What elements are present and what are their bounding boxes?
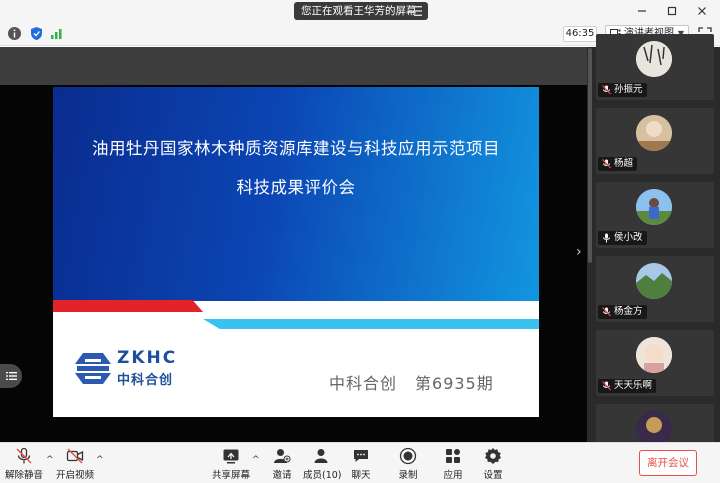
title-bar: 您正在观看王华芳的屏幕 — [0, 0, 720, 22]
record-label: 录制 — [398, 470, 418, 481]
avatar — [636, 263, 672, 299]
shared-screen-top — [0, 47, 590, 85]
mic-icon — [603, 233, 610, 243]
avatar — [636, 189, 672, 225]
add-user-icon — [274, 449, 291, 463]
chevron-up-icon[interactable]: ^ — [252, 455, 260, 465]
mic-muted-icon — [602, 159, 611, 169]
chat-icon — [354, 450, 368, 462]
slide-cyan-stripe — [203, 319, 539, 329]
leave-meeting-button[interactable]: 离开会议 — [639, 450, 697, 476]
participant-tile[interactable]: 孙振元 — [596, 34, 714, 100]
chevron-up-icon[interactable]: ^ — [46, 455, 54, 465]
participant-name: 孙振元 — [614, 84, 643, 95]
record-icon — [399, 447, 417, 465]
members-button[interactable]: 成员(10) — [303, 447, 342, 482]
unmute-label: 解除静音 — [5, 470, 44, 481]
signal-strength-icon[interactable] — [49, 26, 64, 41]
invite-label: 邀请 — [272, 470, 292, 481]
avatar — [636, 41, 672, 77]
apps-button[interactable]: 应用 — [440, 447, 466, 482]
participant-name: 侯小改 — [614, 232, 643, 243]
start-video-label: 开启视频 — [56, 470, 95, 481]
settings-label: 设置 — [483, 470, 503, 481]
presentation-slide: 油用牡丹国家林木种质资源库建设与科技应用示范项目 科技成果评价会 ZKHC 中科… — [53, 87, 539, 417]
info-icon[interactable] — [7, 26, 22, 41]
participant-name: 天天乐啊 — [614, 380, 653, 391]
panel-scrollbar-thumb[interactable] — [588, 48, 592, 263]
avatar — [636, 115, 672, 151]
participant-name-bar: 孙振元 — [598, 83, 647, 97]
slide-red-stripe — [53, 300, 203, 312]
slide-white-stripe — [53, 312, 218, 316]
settings-button[interactable]: 设置 — [480, 447, 506, 482]
slide-footer: 中科合创 第6935期 — [329, 370, 494, 394]
participant-tile[interactable]: 侯小改 — [596, 182, 714, 248]
chat-label: 聊天 — [351, 470, 371, 481]
mic-muted-icon — [602, 307, 611, 317]
chevron-right-icon[interactable]: › — [576, 244, 582, 260]
avatar — [636, 411, 672, 442]
camera-off-icon — [66, 448, 84, 464]
participant-name: 杨超 — [614, 158, 634, 169]
close-icon[interactable] — [688, 0, 716, 22]
mic-muted-icon — [602, 85, 611, 95]
record-button[interactable]: 录制 — [395, 447, 421, 482]
slide-title-line2: 科技成果评价会 — [236, 178, 356, 197]
users-icon — [314, 449, 328, 463]
unmute-button[interactable]: 解除静音 — [5, 447, 43, 482]
members-label: 成员(10) — [303, 470, 342, 481]
participant-name-bar: 杨超 — [598, 157, 638, 171]
annotate-icon[interactable] — [413, 5, 423, 17]
participant-name-bar: 侯小改 — [598, 231, 647, 245]
invite-button[interactable]: 邀请 — [268, 447, 296, 482]
start-video-button[interactable]: 开启视频 — [56, 447, 94, 482]
participant-name-bar: 杨金方 — [598, 305, 647, 319]
slide-title-line1: 油用牡丹国家林木种质资源库建设与科技应用示范项目 — [92, 139, 500, 158]
chat-button[interactable]: 聊天 — [348, 447, 374, 482]
share-screen-button[interactable]: 共享屏幕 — [211, 447, 251, 482]
footer-org: 中科合创 — [329, 374, 398, 393]
meeting-toolbar: 解除静音 ^ 开启视频 ^ 共享屏幕 ^ 邀请 成员(10) 聊天 录制 应用 … — [0, 442, 720, 483]
logo-text-en: ZKHC — [117, 348, 178, 368]
participant-tile[interactable]: 天天乐啊 — [596, 330, 714, 396]
mic-muted-icon — [16, 447, 32, 464]
participant-tile[interactable]: 杨金方 — [596, 256, 714, 322]
pin-icon[interactable] — [658, 0, 686, 22]
participant-name: 杨金方 — [614, 306, 643, 317]
mic-muted-icon — [602, 381, 611, 391]
share-screen-icon — [223, 449, 239, 464]
logo-text-cn: 中科合创 — [117, 373, 174, 388]
security-shield-icon[interactable] — [29, 26, 44, 41]
gear-icon — [485, 448, 501, 464]
footer-issue: 第6935期 — [415, 374, 494, 393]
share-screen-label: 共享屏幕 — [211, 470, 250, 481]
participant-name-bar: 天天乐啊 — [598, 379, 657, 393]
participant-tile[interactable]: 杨超 — [596, 108, 714, 174]
meeting-timer: 46:35 — [563, 26, 597, 42]
apps-label: 应用 — [443, 470, 463, 481]
chevron-up-icon[interactable]: ^ — [96, 455, 104, 465]
avatar — [636, 337, 672, 373]
zkhc-logo-icon — [75, 353, 111, 384]
screen-share-notice[interactable]: 您正在观看王华芳的屏幕 — [294, 2, 428, 20]
participant-tile[interactable] — [596, 404, 714, 442]
minimize-icon[interactable] — [628, 0, 656, 22]
apps-grid-icon — [446, 449, 460, 463]
share-notice-text: 您正在观看王华芳的屏幕 — [301, 5, 417, 17]
